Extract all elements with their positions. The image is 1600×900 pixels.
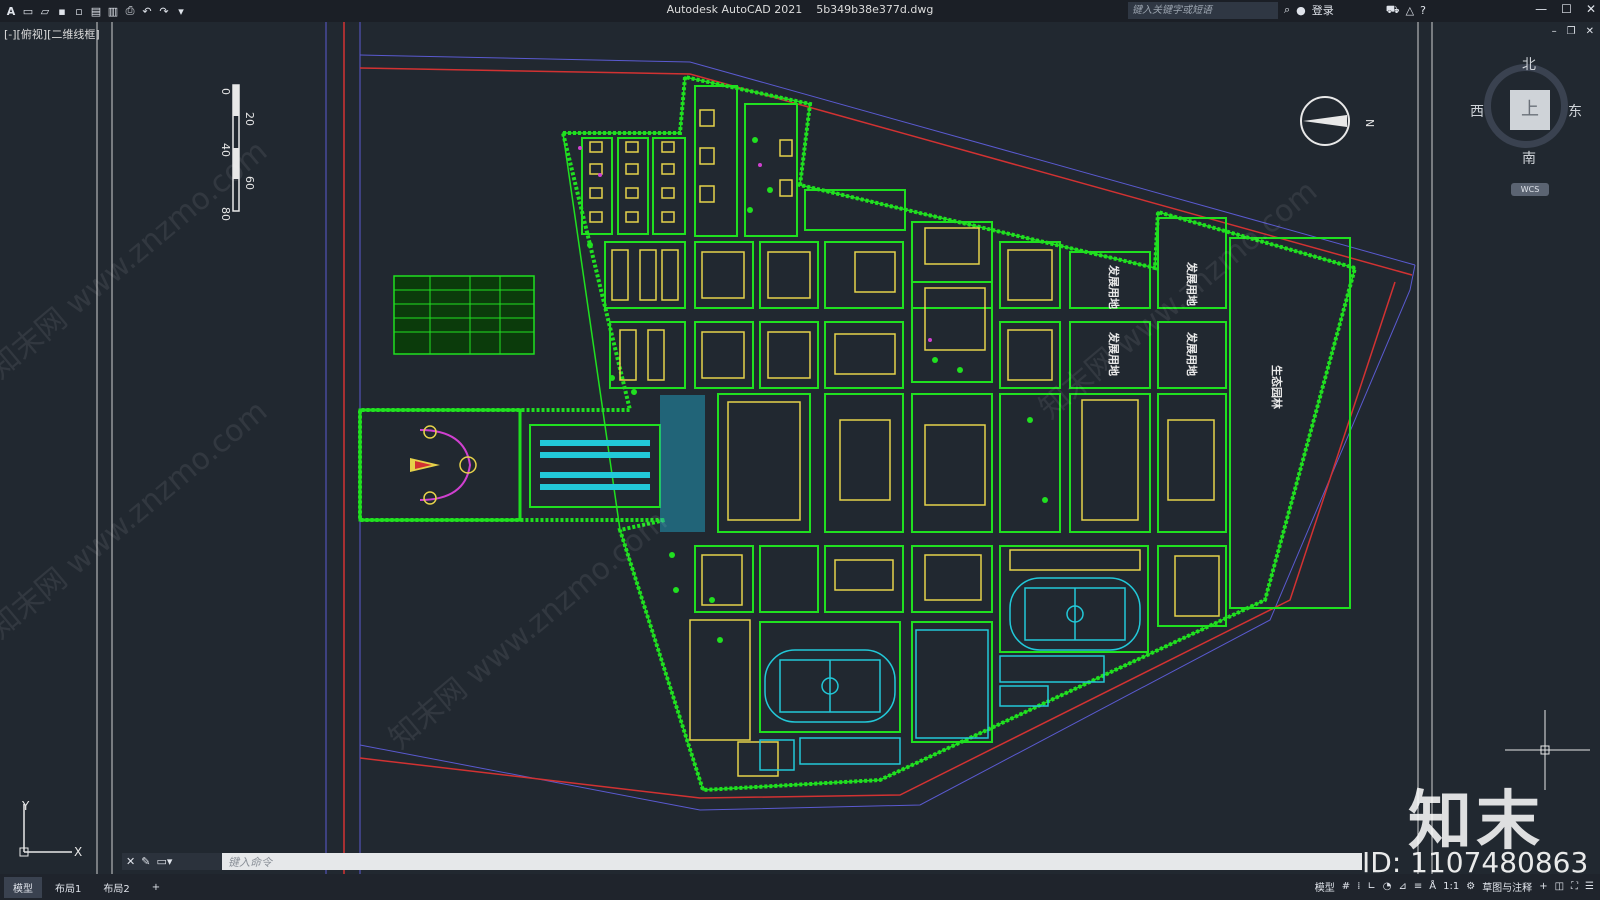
workspace-switch[interactable]: 草图与注释	[1482, 879, 1532, 894]
watermark-repeat-1: 知末网 www.znzmo.com	[0, 134, 274, 386]
road-lines	[325, 22, 1416, 874]
plot-icon[interactable]: ▥	[106, 4, 120, 18]
cart-icon[interactable]: ⛟	[1386, 3, 1400, 18]
add-layout-button[interactable]: +	[143, 879, 169, 896]
login-button[interactable]: 登录	[1312, 2, 1334, 18]
redo-icon[interactable]: ↷	[157, 4, 171, 18]
customize-dropdown-icon[interactable]: ▾	[174, 4, 188, 18]
print-icon[interactable]: ⎙	[123, 4, 137, 18]
help-icon[interactable]: ?	[1420, 4, 1426, 17]
osnap-icon[interactable]: ⊿	[1399, 881, 1407, 892]
workspace-gear-icon[interactable]: ⚙	[1466, 881, 1475, 892]
command-customize-icon[interactable]: ✎	[141, 855, 150, 868]
app-name: Autodesk AutoCAD 2021	[666, 3, 803, 16]
model-space-button[interactable]: 模型	[1315, 879, 1335, 894]
svg-text:X: X	[74, 845, 82, 859]
snap-icon[interactable]: ⁞	[1357, 881, 1360, 892]
wcs-menu[interactable]: WCS	[1511, 183, 1549, 196]
command-recent-icon[interactable]: ▭▾	[156, 855, 172, 868]
watermark-id: ID: 1107480863	[1362, 846, 1589, 879]
save-icon[interactable]: ▪	[55, 4, 69, 18]
status-bar: 模型 布局1 布局2 + 模型 # ⁞ ∟ ◔ ⊿ ≡ Å 1:1 ⚙ 草图与注…	[0, 874, 1600, 900]
tab-layout1[interactable]: 布局1	[46, 877, 90, 898]
maximize-icon[interactable]: ☐	[1561, 2, 1572, 16]
command-line: ✕ ✎ ▭▾ 键入命令	[122, 853, 1362, 870]
viewcube[interactable]: 上 北 南 东 西	[1470, 57, 1582, 167]
quick-access-toolbar: A ▭ ▱ ▪ ▫ ▤ ▥ ⎙ ↶ ↷ ▾	[0, 4, 188, 18]
campus-blocks	[604, 217, 1351, 743]
watermark-repeat-3: 知末网 www.znzmo.com	[383, 504, 674, 756]
fullscreen-icon[interactable]: ⛶	[1571, 881, 1578, 892]
annotation-scale[interactable]: 1:1	[1443, 881, 1459, 892]
scale-tick-20: 20	[243, 112, 256, 126]
undo-icon[interactable]: ↶	[140, 4, 154, 18]
window-controls: — ☐ ✕	[1535, 2, 1596, 16]
title-bar: A ▭ ▱ ▪ ▫ ▤ ▥ ⎙ ↶ ↷ ▾ Autodesk AutoCAD 2…	[0, 0, 1600, 22]
campus-boundary	[358, 74, 1358, 793]
svg-text:Y: Y	[21, 799, 30, 813]
scale-tick-80: 80	[219, 207, 232, 221]
drawing-canvas[interactable]: 发展用地 发展用地 发展用地 发展用地 生态园林 0 20 40 60 80 N	[0, 22, 1600, 874]
reserve-label-1: 发展用地	[1107, 264, 1121, 309]
search-input[interactable]: 键入关键字或短语	[1128, 2, 1278, 19]
compass-west[interactable]: 西	[1470, 101, 1484, 121]
save-as-icon[interactable]: ▫	[72, 4, 86, 18]
tab-model[interactable]: 模型	[4, 876, 42, 898]
north-label: N	[1363, 119, 1376, 127]
close-icon[interactable]: ✕	[1586, 2, 1596, 16]
scale-tick-0: 0	[219, 88, 232, 95]
ortho-icon[interactable]: ∟	[1367, 881, 1375, 892]
command-input[interactable]: 键入命令	[222, 854, 272, 870]
reserve-label-4: 发展用地	[1185, 331, 1199, 376]
legend-table	[393, 275, 535, 355]
autocad-logo-icon[interactable]: A	[4, 4, 18, 18]
north-arrow-icon: N	[1300, 96, 1376, 146]
viewcube-face[interactable]: 上	[1510, 90, 1550, 130]
status-tools: 模型 # ⁞ ∟ ◔ ⊿ ≡ Å 1:1 ⚙ 草图与注释 + ◫ ⛶ ☰	[1315, 879, 1594, 894]
infocenter: ⌕ ● 登录 ⛟ △ ?	[1284, 2, 1426, 18]
add-icon[interactable]: +	[1539, 881, 1547, 892]
compass-south[interactable]: 南	[1522, 148, 1536, 168]
grid-icon[interactable]: #	[1342, 881, 1350, 892]
watermark-repeat-2: 知末网 www.znzmo.com	[0, 394, 274, 646]
tab-layout2[interactable]: 布局2	[94, 877, 138, 898]
lineweight-icon[interactable]: ≡	[1414, 881, 1422, 892]
compass-east[interactable]: 东	[1568, 101, 1582, 121]
autodesk-app-icon[interactable]: △	[1406, 4, 1414, 17]
publish-icon[interactable]: ▤	[89, 4, 103, 18]
customize-menu-icon[interactable]: ☰	[1585, 881, 1594, 892]
ecology-label: 生态园林	[1270, 365, 1284, 409]
compass-north[interactable]: 北	[1522, 54, 1536, 74]
ucs-icon: Y X	[19, 799, 82, 859]
user-icon[interactable]: ●	[1296, 4, 1306, 17]
command-controls: ✕ ✎ ▭▾	[122, 853, 222, 870]
isolate-icon[interactable]: ◫	[1555, 881, 1564, 892]
new-file-icon[interactable]: ▭	[21, 4, 35, 18]
polar-icon[interactable]: ◔	[1383, 881, 1392, 892]
minimize-icon[interactable]: —	[1535, 2, 1547, 16]
search-icon[interactable]: ⌕	[1284, 3, 1290, 17]
command-close-icon[interactable]: ✕	[126, 855, 135, 868]
annotation-icon[interactable]: Å	[1429, 881, 1436, 892]
file-name: 5b349b38e377d.dwg	[816, 3, 934, 16]
open-file-icon[interactable]: ▱	[38, 4, 52, 18]
